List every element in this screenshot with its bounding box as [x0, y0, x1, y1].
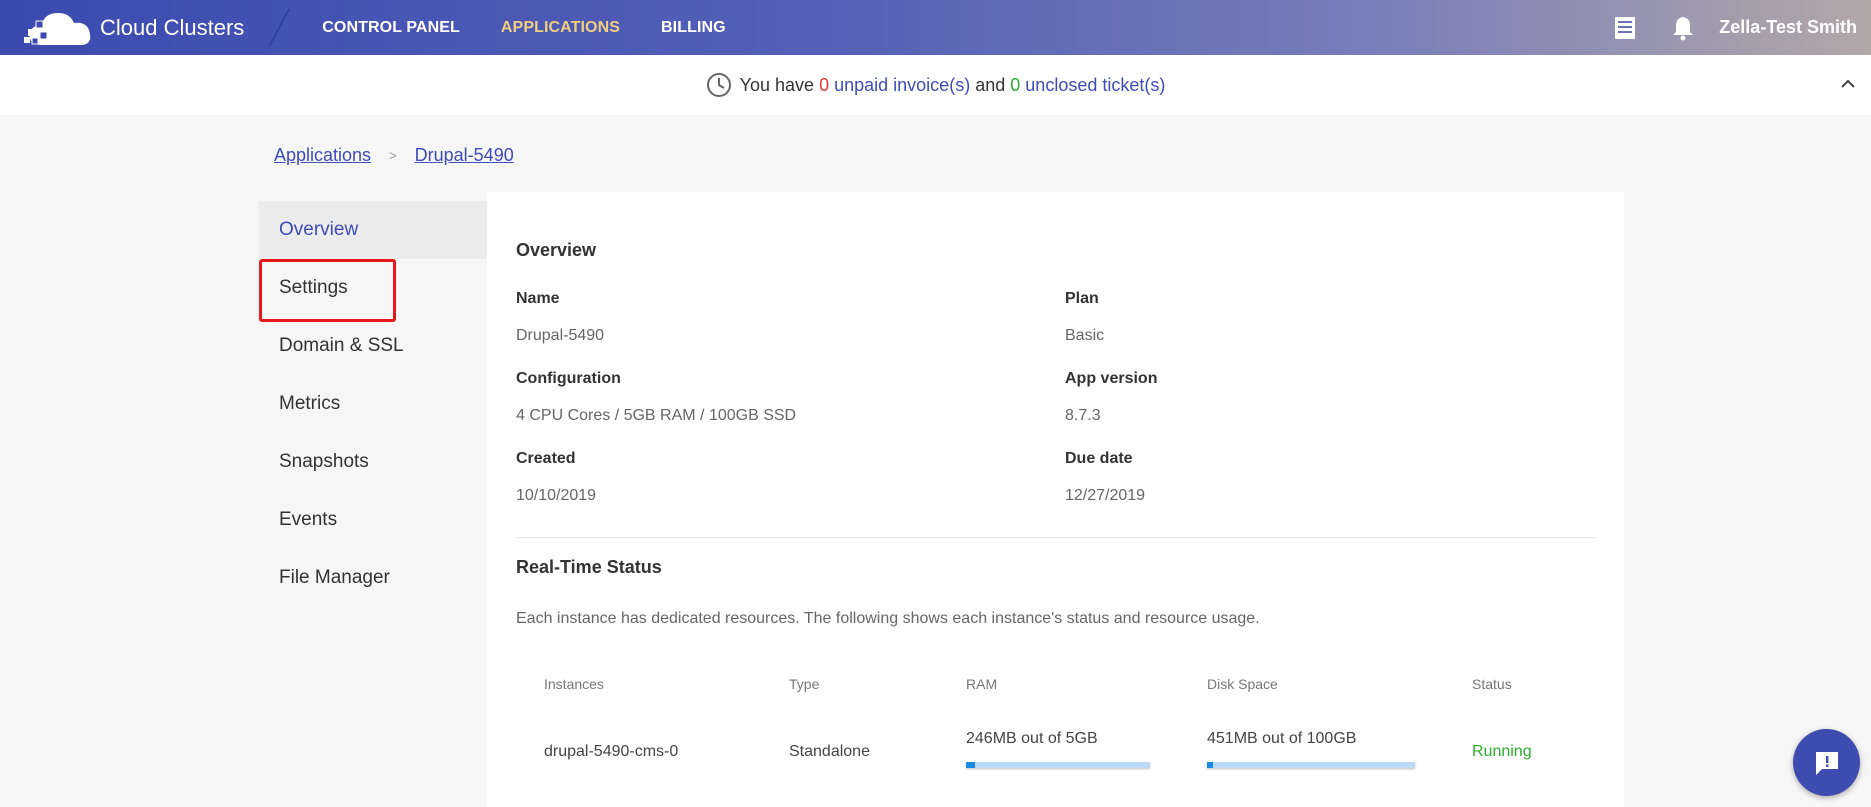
- disk-usage-bar: [1207, 762, 1415, 768]
- col-instances: Instances: [544, 676, 604, 692]
- ram-usage-bar: [966, 762, 1150, 768]
- realtime-description: Each instance has dedicated resources. T…: [516, 610, 1260, 627]
- ram-usage-fill: [966, 762, 975, 768]
- unpaid-invoices-link[interactable]: unpaid invoice(s): [834, 75, 970, 96]
- breadcrumb: Applications > Drupal-5490: [274, 145, 514, 166]
- app-version-label: App version: [1065, 370, 1158, 387]
- sidebar-item-metrics[interactable]: Metrics: [259, 375, 487, 433]
- chat-button[interactable]: [1793, 729, 1860, 796]
- ram-cell: 246MB out of 5GB: [966, 702, 1207, 802]
- configuration-value: 4 CPU Cores / 5GB RAM / 100GB SSD: [516, 407, 797, 424]
- due-date-label: Due date: [1065, 450, 1133, 467]
- name-value: Drupal-5490: [516, 327, 605, 344]
- disk-usage-text: 451MB out of 100GB: [1207, 730, 1357, 747]
- notice-prefix: You have: [739, 74, 815, 95]
- notice-and: and: [975, 74, 1006, 95]
- col-disk: Disk Space: [1207, 676, 1278, 692]
- top-navbar: Cloud Clusters CONTROL PANEL APPLICATION…: [0, 0, 1871, 55]
- sidebar-item-file-manager[interactable]: File Manager: [259, 549, 487, 607]
- name-field: Name Drupal-5490: [516, 290, 604, 345]
- instance-name: drupal-5490-cms-0: [544, 743, 679, 760]
- unpaid-invoice-count: 0: [819, 74, 830, 95]
- header-divider: [268, 8, 291, 47]
- chat-icon: [1815, 751, 1838, 775]
- cloud-logo-icon: [24, 12, 91, 45]
- sidebar-item-overview[interactable]: Overview: [259, 201, 487, 259]
- sidebar-item-domain-ssl[interactable]: Domain & SSL: [259, 317, 487, 375]
- invoice-list-icon[interactable]: [1613, 16, 1637, 40]
- breadcrumb-drupal[interactable]: Drupal-5490: [415, 145, 514, 166]
- table-row: drupal-5490-cms-0 Standalone 246MB out o…: [544, 702, 1582, 802]
- col-status: Status: [1472, 676, 1512, 692]
- created-value: 10/10/2019: [516, 487, 597, 504]
- nav-applications[interactable]: APPLICATIONS: [501, 19, 620, 37]
- account-notice-bar: You have 0 unpaid invoice(s) and 0 unclo…: [0, 55, 1871, 115]
- name-label: Name: [516, 290, 560, 307]
- breadcrumb-applications[interactable]: Applications: [274, 145, 371, 166]
- col-ram: RAM: [966, 676, 998, 692]
- disk-usage-fill: [1207, 762, 1213, 768]
- realtime-title: Real-Time Status: [516, 557, 662, 577]
- nav-billing[interactable]: BILLING: [661, 19, 726, 37]
- clock-icon: [706, 72, 732, 98]
- created-label: Created: [516, 450, 576, 467]
- plan-value: Basic: [1065, 327, 1105, 344]
- chevron-up-icon[interactable]: [1839, 75, 1857, 98]
- logo[interactable]: Cloud Clusters: [22, 7, 244, 49]
- app-version-value: 8.7.3: [1065, 407, 1101, 424]
- plan-label: Plan: [1065, 290, 1099, 307]
- due-date-field: Due date 12/27/2019: [1065, 450, 1145, 505]
- section-divider: [516, 537, 1596, 538]
- nav-control-panel[interactable]: CONTROL PANEL: [322, 19, 460, 37]
- highlight-box: [259, 259, 396, 322]
- main-panel: Overview Name Drupal-5490 Plan Basic Con…: [487, 192, 1624, 807]
- instances-table: Instances Type RAM Disk Space Status dru…: [544, 666, 1582, 802]
- configuration-label: Configuration: [516, 370, 621, 387]
- breadcrumb-separator: >: [389, 148, 397, 163]
- brand-name: Cloud Clusters: [100, 14, 245, 40]
- bell-icon[interactable]: [1671, 15, 1695, 41]
- sidebar-item-snapshots[interactable]: Snapshots: [259, 433, 487, 491]
- status-badge: Running: [1472, 743, 1532, 760]
- disk-cell: 451MB out of 100GB: [1207, 702, 1472, 802]
- unclosed-tickets-link[interactable]: unclosed ticket(s): [1025, 75, 1165, 96]
- instance-type: Standalone: [789, 743, 870, 760]
- main-nav: CONTROL PANEL APPLICATIONS BILLING: [322, 19, 766, 37]
- overview-title: Overview: [516, 240, 597, 260]
- col-type: Type: [789, 676, 820, 692]
- ram-usage-text: 246MB out of 5GB: [966, 730, 1098, 747]
- configuration-field: Configuration 4 CPU Cores / 5GB RAM / 10…: [516, 370, 796, 425]
- sidebar-item-events[interactable]: Events: [259, 491, 487, 549]
- user-name[interactable]: Zella-Test Smith: [1719, 17, 1857, 38]
- app-version-field: App version 8.7.3: [1065, 370, 1157, 425]
- table-header-row: Instances Type RAM Disk Space Status: [544, 666, 1582, 702]
- unclosed-ticket-count: 0: [1010, 74, 1021, 95]
- plan-field: Plan Basic: [1065, 290, 1104, 345]
- created-field: Created 10/10/2019: [516, 450, 596, 505]
- due-date-value: 12/27/2019: [1065, 487, 1146, 504]
